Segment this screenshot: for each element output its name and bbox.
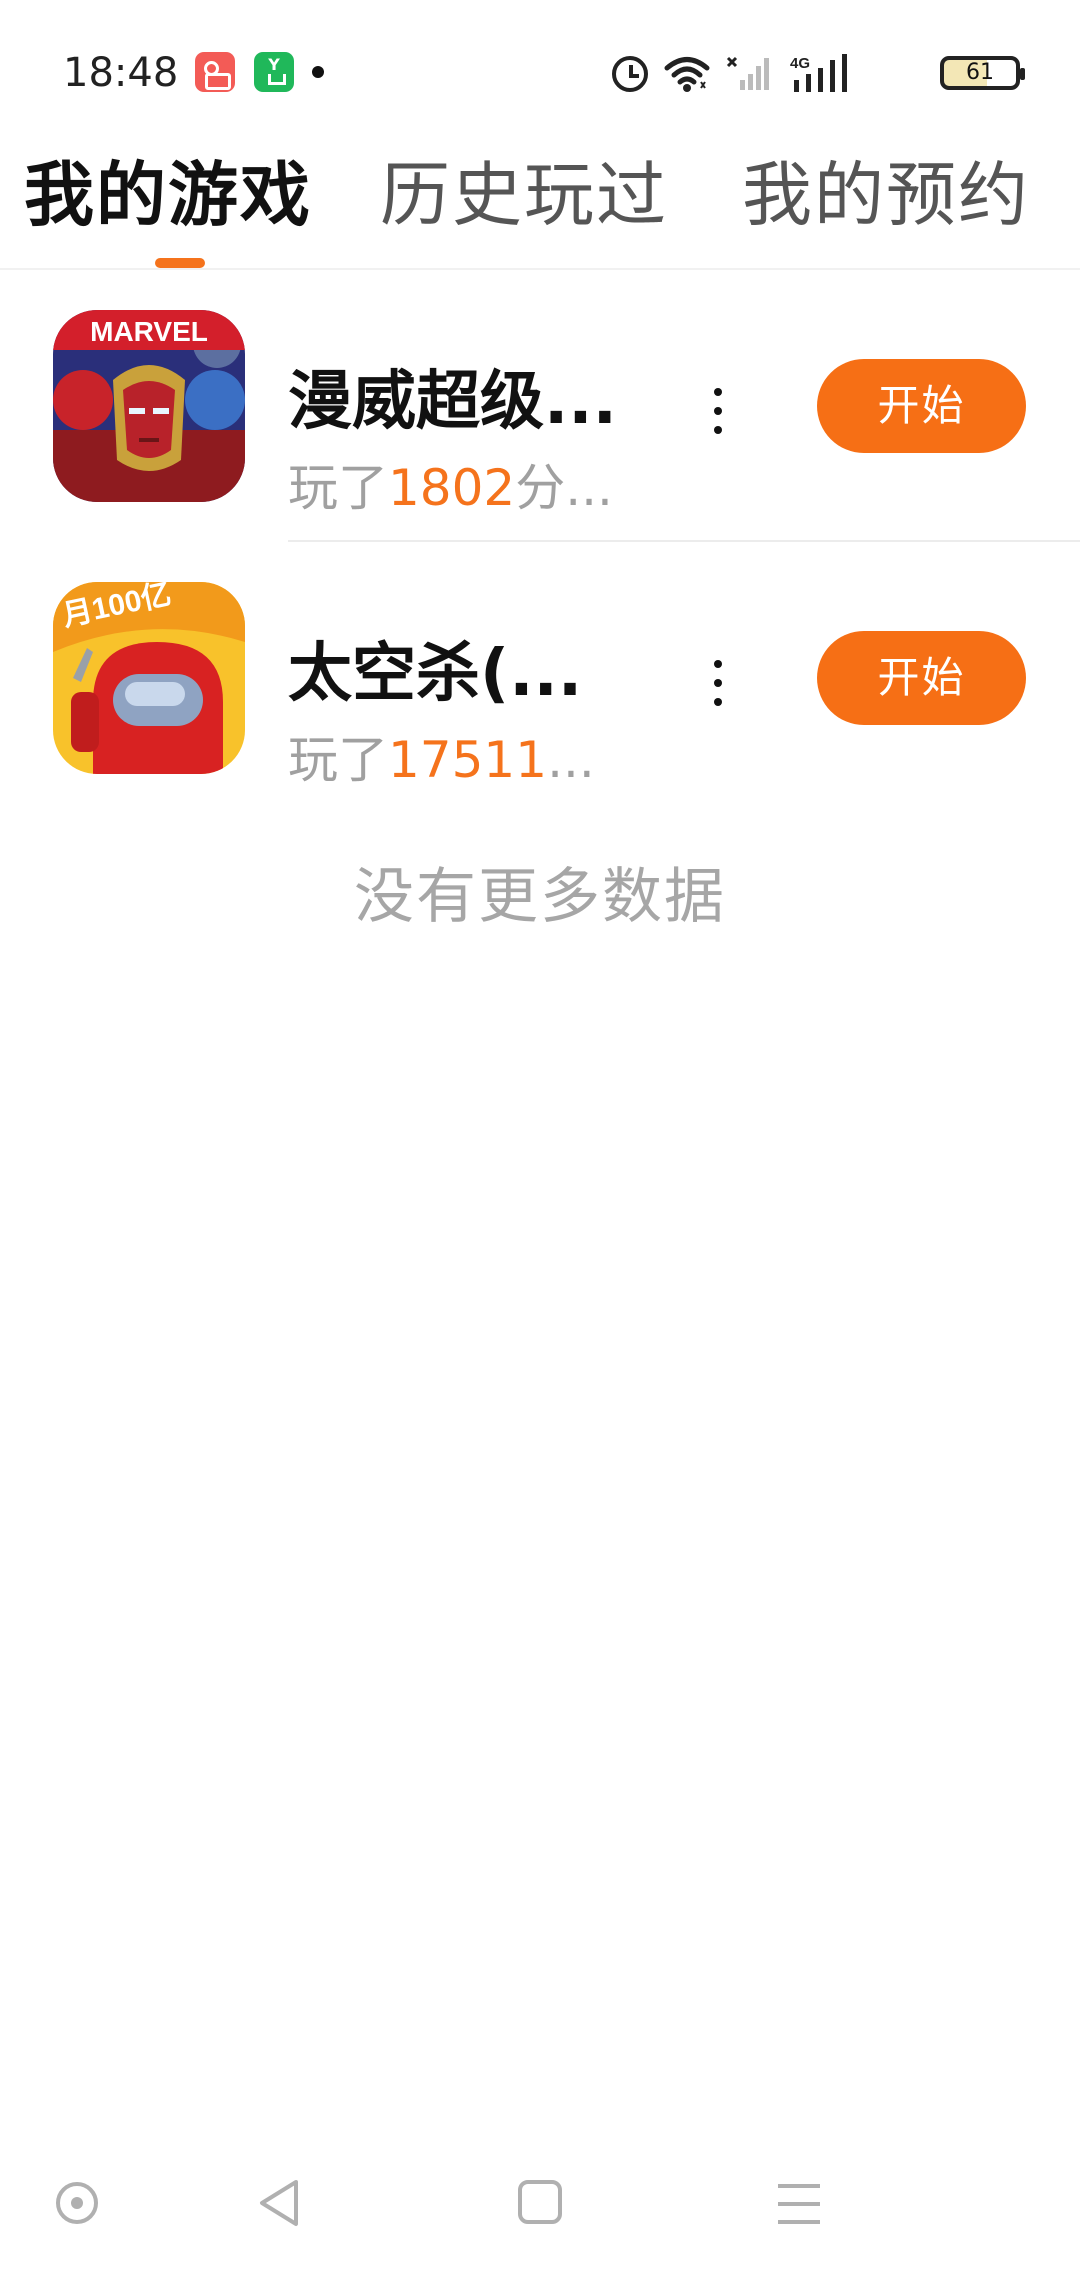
play-time-suffix: ... [547,731,595,789]
list-item[interactable]: 月100亿 太空杀(... 玩了17511... 开始 [0,542,1080,814]
no-more-data-text: 没有更多数据 [354,862,726,932]
play-time-prefix: 玩了 [288,459,388,517]
play-time-suffix: 分... [515,459,613,517]
start-button[interactable]: 开始 [817,359,1026,453]
more-options-icon[interactable] [710,660,726,706]
recents-icon[interactable] [778,2184,820,2224]
more-options-icon[interactable] [710,388,726,434]
battery-icon: 61 [940,56,1025,90]
active-tab-indicator [155,258,205,268]
svg-text:MARVEL: MARVEL [90,316,208,347]
game-title: 漫威超级... [288,365,617,439]
status-time: 18:48 [63,50,179,96]
assistant-icon[interactable] [56,2182,98,2224]
alarm-icon [612,56,648,92]
navigation-bar [0,2150,1080,2280]
tab-bar: 我的游戏 历史玩过 我的预约 [0,140,1080,270]
play-time-value: 17511 [388,731,548,789]
game-title: 太空杀(... [288,637,583,711]
tab-my-games[interactable]: 我的游戏 [24,150,312,240]
wifi-icon [664,57,710,92]
game-icon-marvel[interactable]: MARVEL [53,310,245,502]
play-time: 玩了1802分... [288,448,613,520]
tab-history-played[interactable]: 历史玩过 [380,150,668,240]
list-item[interactable]: MARVEL 漫威超级... 玩了1802分... 开始 [0,270,1080,542]
cellular-signal-icon: 4G [790,54,847,92]
play-time-value: 1802 [388,459,516,517]
start-button[interactable]: 开始 [817,631,1026,725]
kuaishou-app-icon [195,52,235,92]
tab-my-reservations[interactable]: 我的预约 [742,150,1030,240]
play-time: 玩了17511... [288,720,595,792]
svg-text:4G: 4G [790,55,810,72]
game-icon-space-kill[interactable]: 月100亿 [53,582,245,774]
status-bar: 18:48 4G [0,0,1080,140]
back-icon[interactable] [256,2178,302,2228]
marvel-game-icon: MARVEL [53,310,245,502]
notification-dot [312,66,324,78]
no-signal-sim-icon [726,56,769,90]
space-kill-game-icon: 月100亿 [53,582,245,774]
screen: 18:48 4G [0,0,1080,2280]
home-icon[interactable] [518,2180,562,2224]
play-time-prefix: 玩了 [288,731,388,789]
green-app-icon [254,52,294,92]
